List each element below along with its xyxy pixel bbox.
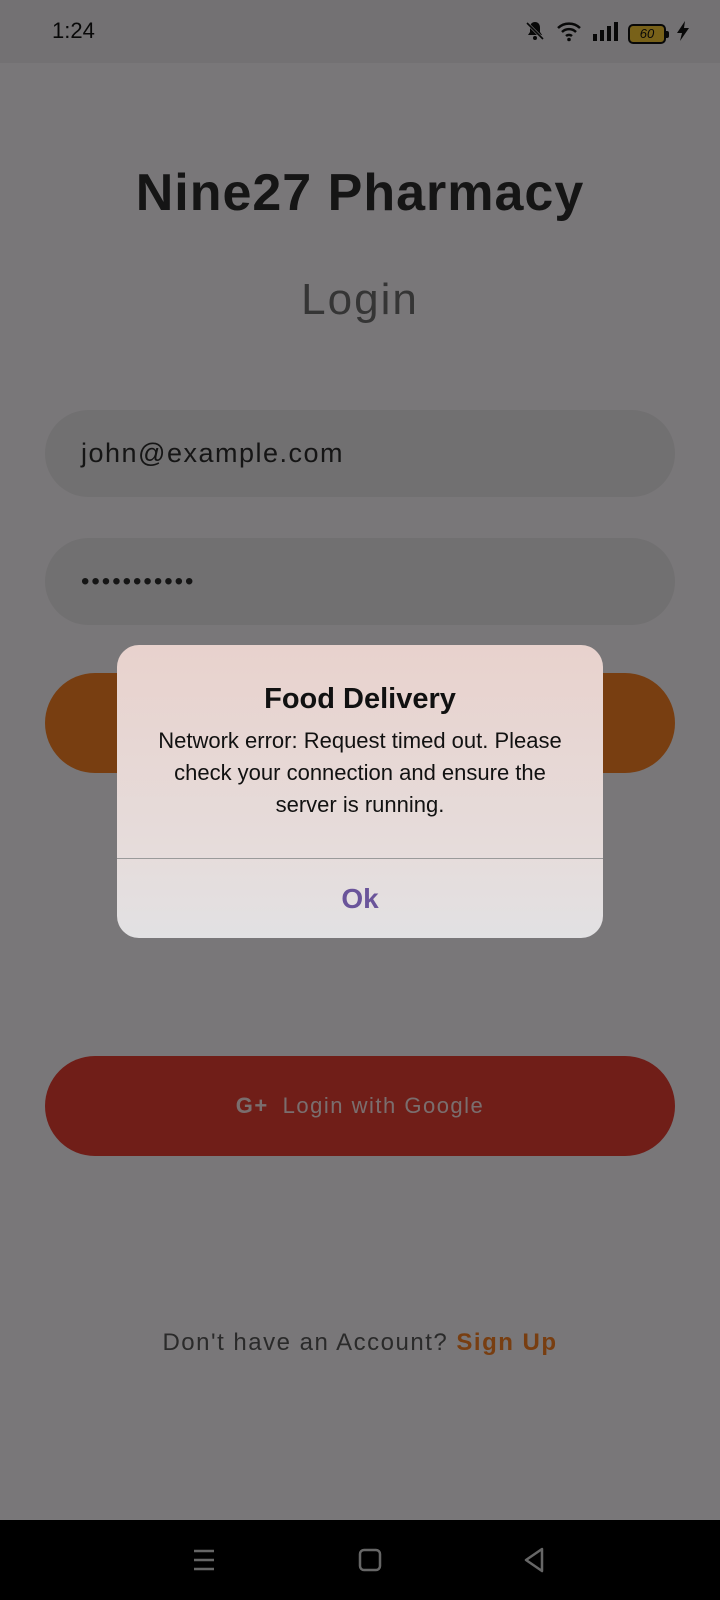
ok-button[interactable]: Ok [117,859,603,938]
home-nav-icon[interactable] [352,1542,388,1578]
menu-nav-icon[interactable] [186,1542,222,1578]
dialog-title: Food Delivery [264,683,456,715]
alert-dialog: Food Delivery Network error: Request tim… [117,645,603,938]
dialog-message: Network error: Request timed out. Please… [158,728,562,817]
back-nav-icon[interactable] [516,1542,552,1578]
system-nav-bar [0,1520,720,1600]
